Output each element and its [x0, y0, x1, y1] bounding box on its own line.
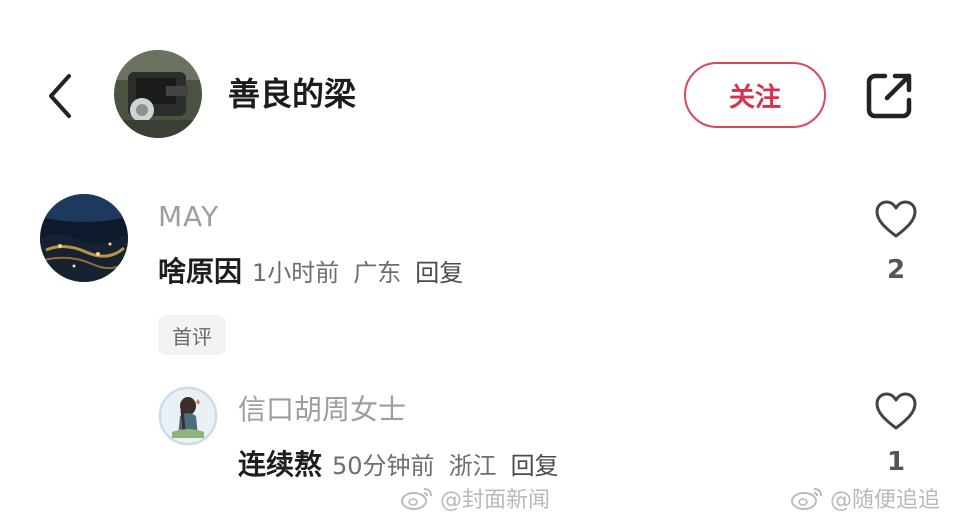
watermark-text: @封面新闻 [440, 488, 551, 513]
comment-location: 广东 [353, 259, 402, 287]
chevron-left-icon [49, 74, 71, 118]
comment-body: 啥原因 1小时前 广东 回复 [158, 252, 463, 293]
comment-body: 连续熬 50分钟前 浙江 回复 [238, 445, 559, 486]
heart-icon [875, 392, 917, 430]
commenter-avatar[interactable] [40, 194, 128, 282]
author-name[interactable]: 善良的梁 [228, 72, 356, 116]
watermark-text: @随便追追 [830, 488, 941, 513]
comment-text: 连续熬 [238, 448, 323, 481]
watermark: @随便追追 [790, 482, 940, 514]
author-avatar[interactable] [114, 50, 202, 138]
weibo-icon [400, 485, 434, 511]
reply-button[interactable]: 回复 [415, 253, 463, 293]
comment-time: 1小时前 [252, 259, 340, 287]
like-count: 2 [886, 255, 906, 285]
like-button[interactable] [872, 388, 920, 434]
comment-author[interactable]: 信口胡周女士 [238, 390, 406, 430]
weibo-icon [790, 485, 824, 511]
first-comment-badge: 首评 [158, 315, 226, 355]
comment-text: 啥原因 [158, 255, 243, 288]
like-count: 1 [886, 447, 906, 477]
follow-button[interactable]: 关注 [684, 62, 826, 128]
watermark: @封面新闻 [400, 482, 550, 514]
like-button[interactable] [872, 196, 920, 242]
comment-location: 浙江 [448, 452, 497, 480]
external-share-icon [866, 73, 912, 119]
comment-author[interactable]: MAY [158, 198, 219, 236]
share-button[interactable] [860, 68, 918, 124]
heart-icon [875, 200, 917, 238]
back-button[interactable] [38, 68, 82, 124]
reply-button[interactable]: 回复 [511, 446, 559, 486]
comment-time: 50分钟前 [332, 452, 435, 480]
commenter-avatar[interactable] [158, 386, 218, 446]
